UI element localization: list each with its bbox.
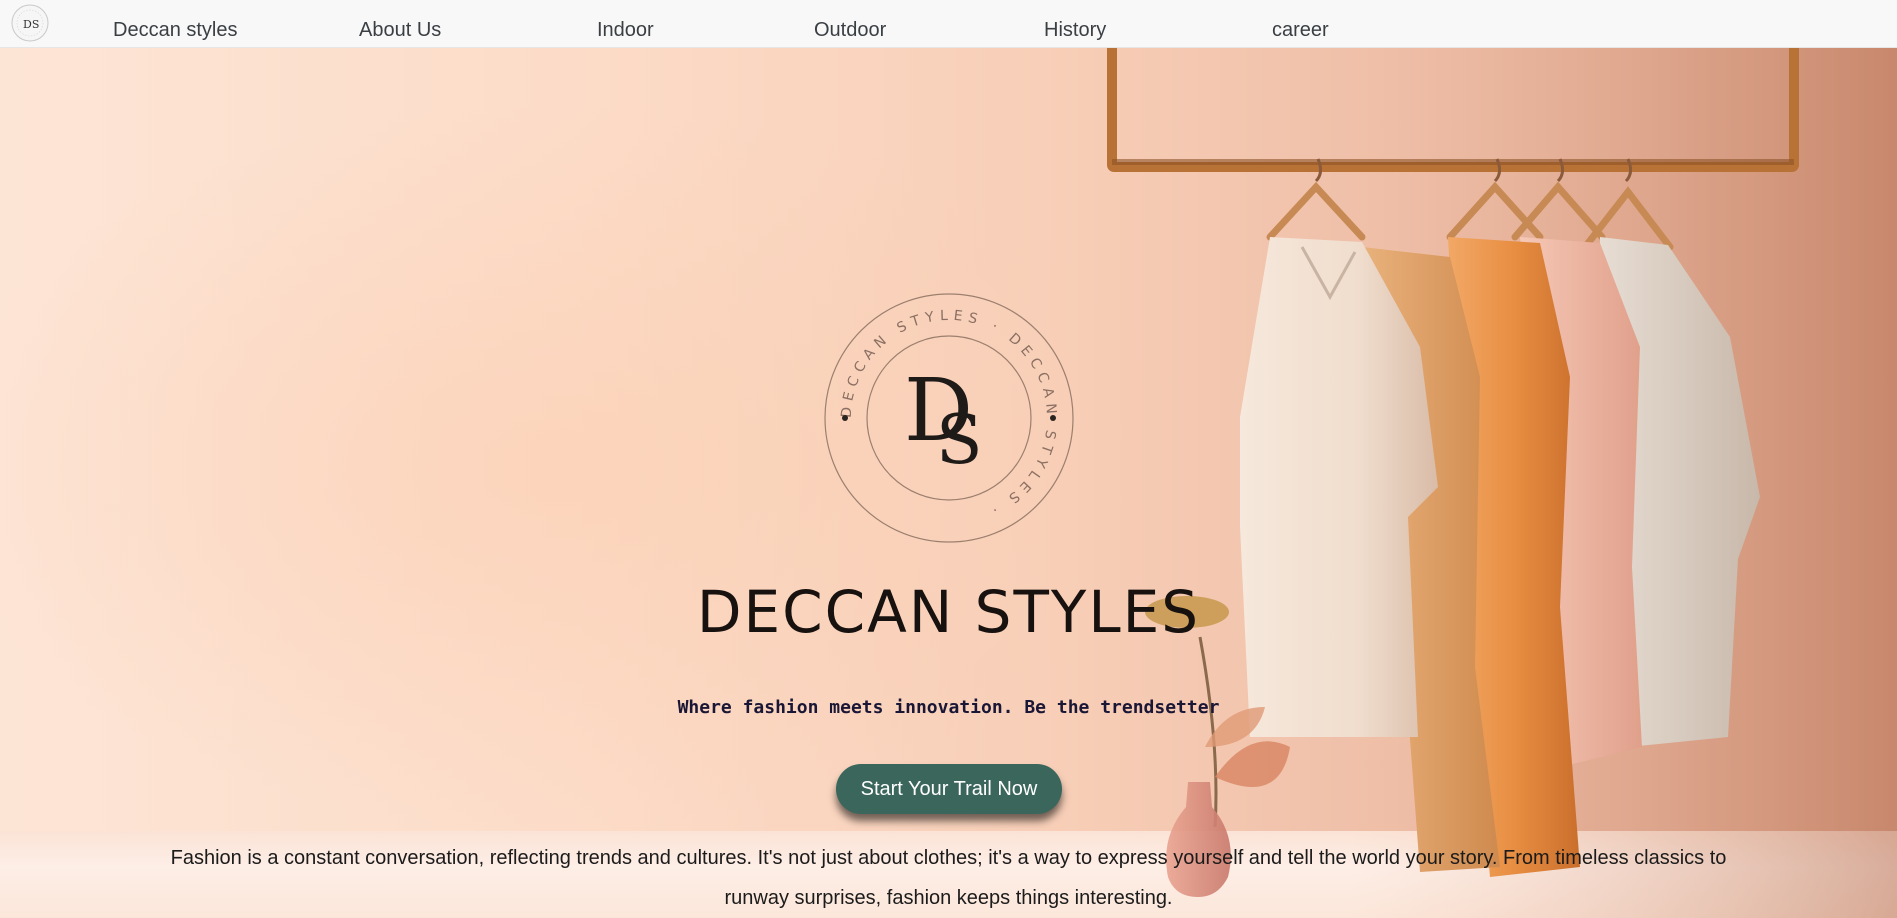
brand-logo-text: DS bbox=[23, 18, 39, 31]
brand-title: DECCAN STYLES bbox=[696, 578, 1201, 646]
hero-description: Fashion is a constant conversation, refl… bbox=[170, 847, 1727, 909]
nav-link-about-us[interactable]: About Us bbox=[359, 18, 441, 42]
emblem-monogram-s: S bbox=[936, 401, 983, 480]
nav-link-career[interactable]: career bbox=[1272, 18, 1329, 42]
hero-section: DECCAN STYLES · DECCAN STYLES · D S DECC… bbox=[0, 47, 1897, 918]
navbar: DS Deccan styles About Us Indoor Outdoor… bbox=[0, 0, 1897, 48]
start-trail-button[interactable]: Start Your Trail Now bbox=[836, 764, 1062, 814]
brand-logo-icon[interactable]: DS bbox=[8, 4, 53, 42]
deccan-styles-emblem: DECCAN STYLES · DECCAN STYLES · D S bbox=[824, 293, 1074, 543]
nav-link-history[interactable]: History bbox=[1044, 18, 1106, 42]
nav-link-outdoor[interactable]: Outdoor bbox=[814, 18, 886, 42]
hero-tagline: Where fashion meets innovation. Be the t… bbox=[677, 697, 1220, 718]
nav-link-deccan-styles[interactable]: Deccan styles bbox=[113, 18, 238, 42]
nav-link-indoor[interactable]: Indoor bbox=[597, 18, 654, 42]
